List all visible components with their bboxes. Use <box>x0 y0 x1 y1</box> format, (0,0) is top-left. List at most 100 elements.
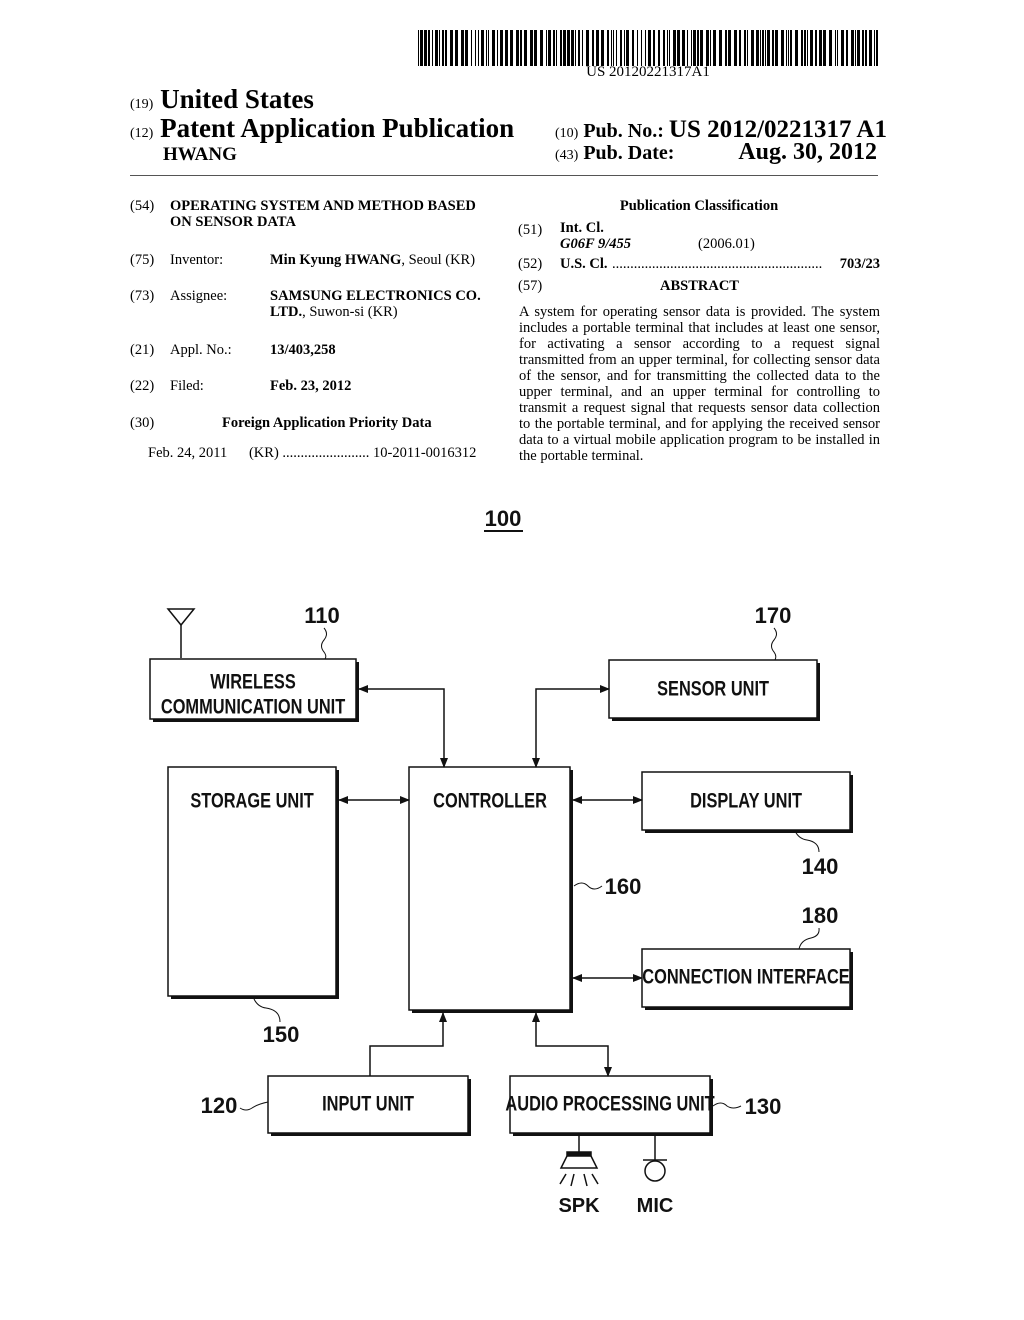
barcode-bar <box>613 30 614 66</box>
int-cl-label: Int. Cl. <box>560 220 604 236</box>
barcode-bar <box>810 30 813 66</box>
barcode-bar <box>596 30 599 66</box>
sensor-leader <box>771 627 777 661</box>
appl-label: Appl. No.: <box>170 342 232 358</box>
int-cl-version: (2006.01) <box>698 236 755 252</box>
barcode-bar <box>578 30 580 66</box>
barcode-bar <box>804 30 806 66</box>
pub-no-label: Pub. No.: <box>583 120 664 142</box>
country-line: (19) United States <box>130 84 314 115</box>
us-cl-value: 703/23 <box>839 256 880 272</box>
filed-code: (22) <box>130 378 155 394</box>
controller-block: CONTROLLER <box>408 766 573 1013</box>
controller-ref: 160 <box>605 874 642 899</box>
barcode-bar <box>500 30 503 66</box>
assignee-label: Assignee: <box>170 288 228 304</box>
wireless-leader <box>321 627 327 660</box>
barcode-bar <box>418 30 419 66</box>
doc-type-line: (12) Patent Application Publication <box>130 113 514 144</box>
abstract-code: (57) <box>518 278 543 294</box>
barcode-bar <box>624 30 625 66</box>
barcode-bar <box>567 30 570 66</box>
connection-label: CONNECTION INTERFACE <box>642 965 849 988</box>
barcode-bar <box>700 30 703 66</box>
barcode-bar <box>663 30 665 66</box>
barcode-bar <box>693 30 696 66</box>
barcode-bar <box>857 30 860 66</box>
barcode-bar <box>546 30 547 66</box>
mic-label: MIC <box>637 1195 674 1217</box>
filed-label: Filed: <box>170 378 204 394</box>
appl-no: 13/403,258 <box>270 342 336 358</box>
barcode-bar <box>563 30 566 66</box>
barcode-bar <box>556 30 557 66</box>
barcode-bar <box>510 30 513 66</box>
classification-heading: Publication Classification <box>619 198 779 214</box>
barcode-bar <box>428 30 430 66</box>
int-cl-code: (51) <box>518 222 543 238</box>
barcode-bar <box>488 30 489 66</box>
barcode-bar <box>673 30 676 66</box>
abstract-text: A system for operating sensor data is pr… <box>519 304 880 464</box>
us-cl-dots: ........................................… <box>612 256 823 272</box>
storage-ref: 150 <box>263 1022 300 1047</box>
barcode-bar <box>442 30 444 66</box>
display-leader <box>794 830 820 853</box>
connection-ref: 180 <box>802 903 839 928</box>
barcode-bar <box>486 30 487 66</box>
barcode-bar <box>592 30 594 66</box>
audio-label: AUDIO PROCESSING UNIT <box>505 1092 715 1115</box>
barcode-bar <box>734 30 737 66</box>
barcode-bar <box>801 30 803 66</box>
input-controller-link <box>369 1012 447 1076</box>
appl-code: (21) <box>130 342 155 358</box>
display-ref: 140 <box>802 854 839 879</box>
controller-leader <box>573 882 603 890</box>
barcode-bar <box>435 30 438 66</box>
inventor-location: , Seoul (KR) <box>401 252 476 268</box>
assignee-location: , Suwon-si (KR) <box>302 304 398 320</box>
pub-no-code: (10) <box>555 126 579 141</box>
barcode-bar <box>611 30 612 66</box>
barcode-bar <box>530 30 533 66</box>
barcode-bar <box>846 30 848 66</box>
barcode-bar <box>648 30 651 66</box>
header-divider <box>130 175 878 176</box>
barcode-bar <box>560 30 562 66</box>
barcode-bar <box>823 30 826 66</box>
barcode-bar <box>586 30 589 66</box>
doc-type: Patent Application Publication <box>160 113 515 143</box>
controller-audio-link <box>532 1012 612 1077</box>
sensor-controller-link <box>532 685 610 768</box>
storage-leader <box>253 998 281 1023</box>
title-code: (54) <box>130 198 155 214</box>
barcode-bar <box>756 30 759 66</box>
barcode-bar <box>855 30 856 66</box>
barcode-bar <box>653 30 655 66</box>
country: United States <box>160 84 314 114</box>
barcode-bar <box>445 30 447 66</box>
display-label: DISPLAY UNIT <box>690 789 802 812</box>
barcode-bar <box>862 30 864 66</box>
barcode-bar <box>807 30 808 66</box>
barcode-bar <box>739 30 741 66</box>
barcode-bar <box>713 30 716 66</box>
barcode-bar <box>455 30 458 66</box>
barcode-bar <box>439 30 440 66</box>
barcode-bar <box>719 30 722 66</box>
barcode-bar <box>691 30 692 66</box>
barcode-bar <box>516 30 519 66</box>
priority-number: 10-2011-0016312 <box>373 445 477 461</box>
wireless-controller-link <box>358 685 448 768</box>
barcode-bar <box>540 30 543 66</box>
barcode-bar <box>424 30 427 66</box>
barcode-bar <box>607 30 609 66</box>
connection-leader <box>798 927 820 950</box>
wireless-label-line1: WIRELESS <box>210 670 296 693</box>
barcode-bar <box>667 30 668 66</box>
barcode-bar <box>819 30 822 66</box>
barcode-bar <box>641 30 642 66</box>
barcode-bar <box>747 30 748 66</box>
barcode-bar <box>658 30 660 66</box>
barcode-bar <box>645 30 646 66</box>
